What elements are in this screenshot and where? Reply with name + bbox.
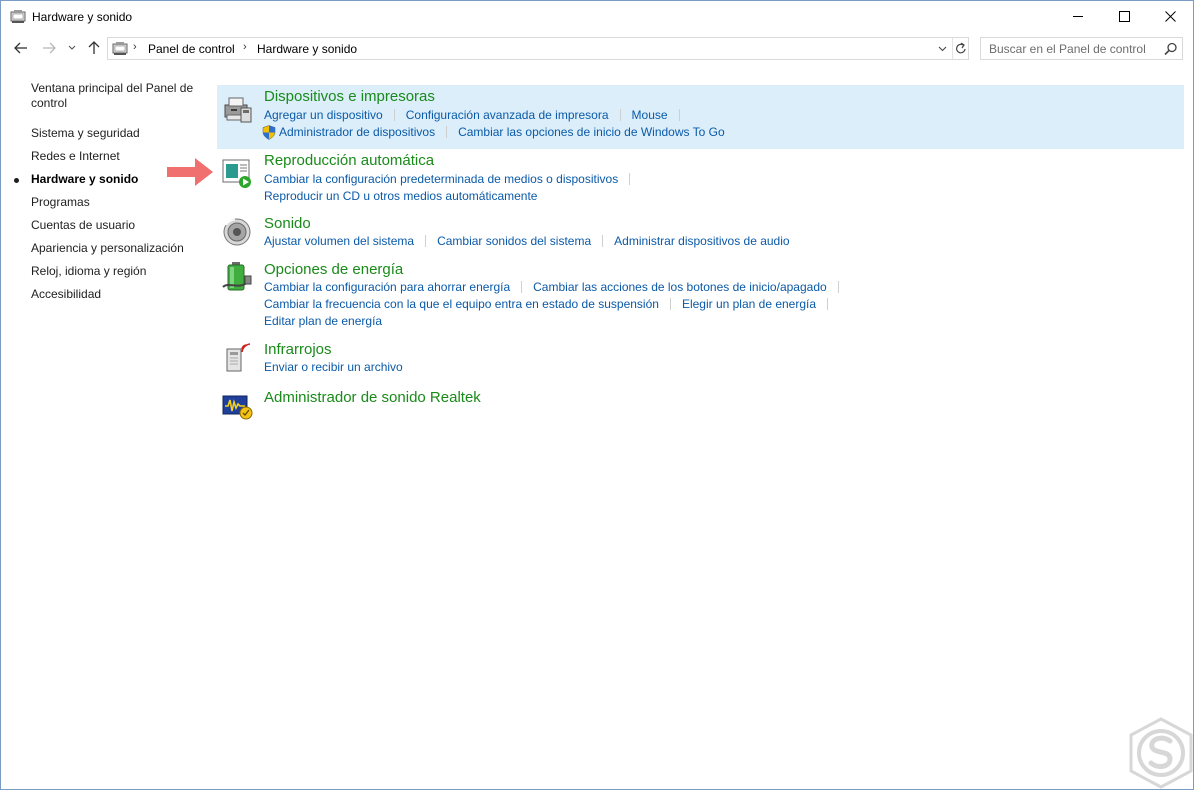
link-divider xyxy=(827,298,829,310)
breadcrumb-hardware-y-sonido[interactable]: Hardware y sonido xyxy=(257,42,357,56)
annotation-arrow-icon xyxy=(167,158,213,186)
link-row: Cambiar la configuración predeterminada … xyxy=(264,171,641,187)
control-panel-icon xyxy=(10,10,26,23)
uac-shield-icon xyxy=(262,124,276,140)
link-divider xyxy=(629,173,631,185)
link-ahorrar-energia[interactable]: Cambiar la configuración para ahorrar en… xyxy=(264,280,510,294)
nav-item-accesibilidad[interactable]: Accesibilidad xyxy=(31,287,201,302)
link-row: Administrador de dispositivos Cambiar la… xyxy=(262,124,725,140)
link-row: Enviar o recibir un archivo xyxy=(264,359,403,375)
section-opciones-de-energia: Opciones de energía Cambiar la configura… xyxy=(217,259,1184,335)
link-divider xyxy=(521,281,523,293)
link-row: Editar plan de energía xyxy=(264,313,382,329)
heading-realtek[interactable]: Administrador de sonido Realtek xyxy=(264,389,481,406)
link-divider xyxy=(446,126,448,138)
nav-item-cuentas-de-usuario[interactable]: Cuentas de usuario xyxy=(31,218,201,233)
autoplay-icon[interactable] xyxy=(221,157,253,189)
search-input[interactable] xyxy=(981,38,1161,59)
search-box[interactable] xyxy=(980,37,1183,60)
forward-button[interactable] xyxy=(39,38,59,58)
close-icon xyxy=(1164,10,1176,22)
link-divider xyxy=(619,109,621,121)
up-button[interactable] xyxy=(85,38,103,58)
chevron-down-icon xyxy=(68,45,76,50)
link-row: Reproducir un CD u otros medios automáti… xyxy=(264,188,537,204)
active-bullet-icon xyxy=(14,178,19,183)
link-configuracion-avanzada-impresora[interactable]: Configuración avanzada de impresora xyxy=(406,108,609,122)
link-divider xyxy=(602,235,604,247)
back-button[interactable] xyxy=(11,38,31,58)
heading-infrarrojos[interactable]: Infrarrojos xyxy=(264,341,332,358)
section-dispositivos-e-impresoras: Dispositivos e impresoras Agregar un dis… xyxy=(217,85,1184,149)
nav-item-sistema-y-seguridad[interactable]: Sistema y seguridad xyxy=(31,126,201,141)
link-elegir-plan-energia[interactable]: Elegir un plan de energía xyxy=(682,297,816,311)
up-arrow-icon xyxy=(88,41,100,54)
section-realtek: Administrador de sonido Realtek xyxy=(217,387,1184,423)
link-reproducir-cd[interactable]: Reproducir un CD u otros medios automáti… xyxy=(264,189,537,203)
control-panel-icon xyxy=(112,42,128,55)
maximize-button[interactable] xyxy=(1101,1,1147,31)
nav-item-programas[interactable]: Programas xyxy=(31,195,201,210)
heading-opciones-de-energia[interactable]: Opciones de energía xyxy=(264,261,403,278)
link-administrador-dispositivos[interactable]: Administrador de dispositivos xyxy=(279,125,435,139)
link-windows-to-go[interactable]: Cambiar las opciones de inicio de Window… xyxy=(458,125,725,139)
navigation-bar: › Panel de control › Hardware y sonido xyxy=(1,32,1193,65)
section-infrarrojos: Infrarrojos Enviar o recibir un archivo xyxy=(217,339,1184,383)
chevron-down-icon xyxy=(938,46,946,52)
link-administrar-audio[interactable]: Administrar dispositivos de audio xyxy=(614,234,789,248)
breadcrumb-separator-icon[interactable]: › xyxy=(243,41,247,53)
title-bar[interactable]: Hardware y sonido xyxy=(1,1,1193,32)
link-enviar-recibir-archivo[interactable]: Enviar o recibir un archivo xyxy=(264,360,403,374)
heading-dispositivos-e-impresoras[interactable]: Dispositivos e impresoras xyxy=(264,88,435,105)
recent-locations-button[interactable] xyxy=(65,38,79,58)
speaker-icon[interactable] xyxy=(221,215,253,247)
printer-icon[interactable] xyxy=(221,93,253,125)
section-sonido: Sonido Ajustar volumen del sistema Cambi… xyxy=(217,213,1184,257)
control-panel-window: Hardware y sonido › Panel de control › H… xyxy=(0,0,1194,790)
heading-sonido[interactable]: Sonido xyxy=(264,215,311,232)
link-cambiar-configuracion-medios[interactable]: Cambiar la configuración predeterminada … xyxy=(264,172,618,186)
watermark-logo xyxy=(1129,717,1193,789)
realtek-icon[interactable] xyxy=(221,389,253,421)
back-arrow-icon xyxy=(14,42,27,54)
link-row: Cambiar la frecuencia con la que el equi… xyxy=(264,296,839,312)
link-divider xyxy=(425,235,427,247)
battery-icon[interactable] xyxy=(221,261,253,293)
heading-reproduccion-automatica[interactable]: Reproducción automática xyxy=(264,152,434,169)
link-agregar-dispositivo[interactable]: Agregar un dispositivo xyxy=(264,108,383,122)
link-divider xyxy=(837,281,839,293)
link-botones-inicio-apagado[interactable]: Cambiar las acciones de los botones de i… xyxy=(533,280,827,294)
search-icon[interactable] xyxy=(1163,41,1179,57)
address-bar[interactable]: › Panel de control › Hardware y sonido xyxy=(107,37,969,60)
breadcrumb-separator-icon[interactable]: › xyxy=(133,41,137,53)
forward-arrow-icon xyxy=(43,42,56,54)
link-ajustar-volumen[interactable]: Ajustar volumen del sistema xyxy=(264,234,414,248)
close-button[interactable] xyxy=(1147,1,1193,31)
window-title: Hardware y sonido xyxy=(32,10,133,24)
address-dropdown-button[interactable] xyxy=(936,42,948,56)
nav-item-apariencia[interactable]: Apariencia y personalización xyxy=(31,241,201,256)
link-divider xyxy=(678,109,680,121)
minimize-icon xyxy=(1072,15,1083,17)
refresh-button[interactable] xyxy=(952,38,969,59)
nav-item-reloj-idioma-region[interactable]: Reloj, idioma y región xyxy=(31,264,201,279)
maximize-icon xyxy=(1118,10,1130,22)
refresh-icon xyxy=(956,42,966,54)
link-row: Ajustar volumen del sistema Cambiar soni… xyxy=(264,233,790,249)
section-reproduccion-automatica: Reproducción automática Cambiar la confi… xyxy=(217,149,1184,209)
link-cambiar-sonidos[interactable]: Cambiar sonidos del sistema xyxy=(437,234,591,248)
link-row: Cambiar la configuración para ahorrar en… xyxy=(264,279,850,295)
nav-item-ventana-principal[interactable]: Ventana principal del Panel de control xyxy=(31,81,201,111)
link-mouse[interactable]: Mouse xyxy=(632,108,668,122)
link-row: Agregar un dispositivo Configuración ava… xyxy=(264,107,691,123)
link-divider xyxy=(393,109,395,121)
infrared-icon[interactable] xyxy=(221,341,253,373)
breadcrumb-panel-de-control[interactable]: Panel de control xyxy=(148,42,235,56)
minimize-button[interactable] xyxy=(1055,1,1101,31)
link-divider xyxy=(669,298,671,310)
link-frecuencia-suspension[interactable]: Cambiar la frecuencia con la que el equi… xyxy=(264,297,659,311)
link-editar-plan-energia[interactable]: Editar plan de energía xyxy=(264,314,382,328)
